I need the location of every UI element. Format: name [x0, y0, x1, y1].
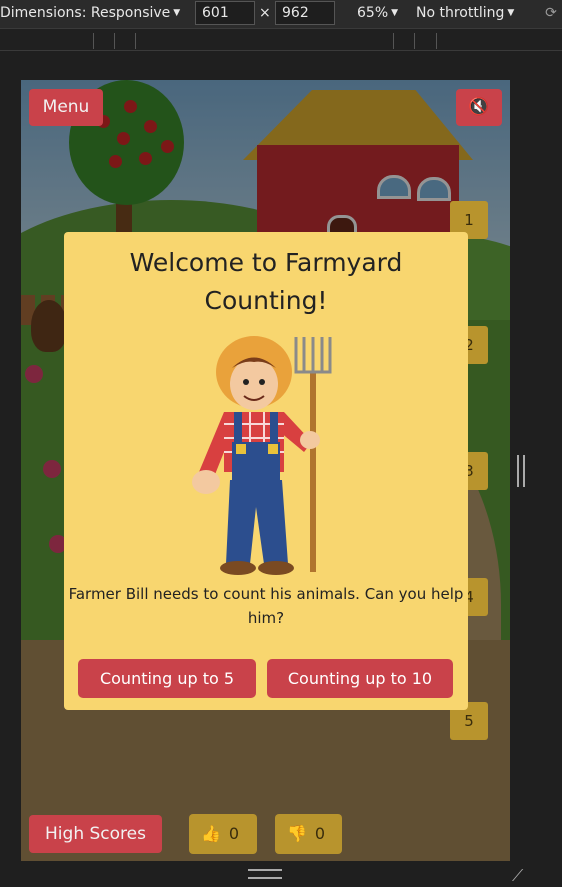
chevron-down-icon: ▼ [391, 8, 399, 18]
dimension-separator: × [259, 5, 271, 21]
zoom-dropdown[interactable]: 65% ▼ [357, 0, 398, 28]
high-scores-button[interactable]: High Scores [29, 815, 162, 853]
chevron-down-icon: ▼ [507, 8, 515, 18]
modal-title: Welcome to Farmyard Counting! [64, 244, 468, 320]
ruler-tick [93, 33, 94, 49]
modal-title-line2: Counting! [204, 286, 328, 315]
counting-to-5-button[interactable]: Counting up to 5 [78, 659, 256, 698]
thumbs-down-icon: 👎 [287, 824, 307, 843]
ruler-tick [436, 33, 437, 49]
dimensions-label: Dimensions: Responsive [0, 5, 171, 21]
throttling-label: No throttling [416, 5, 505, 21]
rotate-icon[interactable]: ⟳ [540, 0, 562, 28]
thumbs-up-icon: 👍 [201, 824, 221, 843]
resize-corner-icon[interactable]: ⟋ [512, 866, 523, 886]
chevron-down-icon: ▼ [173, 8, 181, 18]
modal-title-line1: Welcome to Farmyard [129, 248, 403, 277]
height-input[interactable]: 962 [275, 1, 335, 25]
resize-handle-bottom[interactable] [248, 869, 282, 879]
welcome-modal: Welcome to Farmyard Counting! Farmer Bil… [64, 232, 468, 710]
farmer-bill-illustration [192, 336, 332, 575]
modal-description: Farmer Bill needs to count his animals. … [68, 585, 464, 627]
menu-button[interactable]: Menu [29, 89, 103, 126]
counting-to-10-button[interactable]: Counting up to 10 [267, 659, 453, 698]
ruler-tick [414, 33, 415, 49]
ruler-tick [114, 33, 115, 49]
zoom-label: 65% [357, 5, 389, 21]
ruler-tick [393, 33, 394, 49]
media-query-ruler [0, 28, 562, 51]
thumbs-up-button[interactable]: 👍 0 [189, 814, 257, 854]
ruler-tick [135, 33, 136, 49]
resize-handle-right[interactable] [517, 455, 525, 487]
thumbs-up-count: 0 [228, 824, 240, 843]
thumbs-down-button[interactable]: 👎 0 [275, 814, 342, 854]
dimensions-dropdown[interactable]: Dimensions: Responsive ▼ [0, 0, 180, 28]
mute-button[interactable]: 🔇 [456, 89, 502, 126]
devtools-toolbar: Dimensions: Responsive ▼ 601 × 962 65% ▼ N… [0, 0, 562, 28]
throttling-dropdown[interactable]: No throttling ▼ [416, 0, 514, 28]
width-input[interactable]: 601 [195, 1, 255, 25]
thumbs-down-count: 0 [314, 824, 326, 843]
mute-speaker-icon: 🔇 [468, 97, 490, 117]
